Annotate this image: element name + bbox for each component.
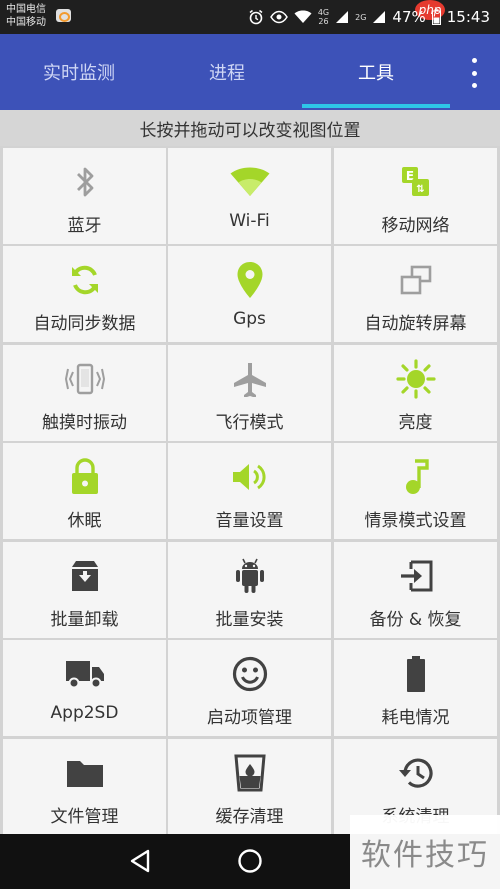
wifi-status-icon — [294, 6, 312, 28]
tab-realtime-monitor[interactable]: 实时监测 — [5, 34, 153, 110]
archive-icon — [65, 556, 105, 596]
network-type-4g: 4G 26 — [318, 6, 329, 28]
carrier-name-1: 中国电信 — [6, 4, 46, 15]
tool-label: 音量设置 — [215, 511, 284, 531]
sync-icon — [65, 260, 105, 300]
tool-batch-install[interactable]: 批量安装 — [168, 542, 331, 638]
tool-batch-uninstall[interactable]: 批量卸载 — [3, 542, 166, 638]
drag-hint: 长按并拖动可以改变视图位置 — [0, 110, 500, 146]
tool-label: Wi-Fi — [229, 211, 270, 231]
carrier-info: 中国电信 中国移动 — [6, 3, 46, 29]
tools-grid: 蓝牙 Wi-Fi E ⇅ 移动网络 自动同步数据 Gps 自动旋转屏幕 触摸时振… — [0, 146, 500, 834]
net-label-26: 26 — [318, 17, 329, 26]
tool-profile-mode[interactable]: 情景模式设置 — [334, 443, 497, 539]
home-icon[interactable] — [235, 846, 265, 876]
tool-label: 亮度 — [398, 413, 433, 433]
tool-label: 耗电情况 — [381, 708, 450, 728]
tool-sleep[interactable]: 休眠 — [3, 443, 166, 539]
lock-icon — [65, 457, 105, 497]
tool-label: App2SD — [50, 703, 119, 723]
tool-label: 批量安装 — [215, 610, 284, 630]
cup-icon — [230, 753, 270, 793]
smiley-icon — [230, 654, 270, 694]
bluetooth-icon — [65, 162, 105, 202]
tool-airplane-mode[interactable]: 飞行模式 — [168, 345, 331, 441]
import-icon — [396, 556, 436, 596]
tool-auto-sync[interactable]: 自动同步数据 — [3, 246, 166, 342]
tool-touch-vibrate[interactable]: 触摸时振动 — [3, 345, 166, 441]
clock: 15:43 — [446, 8, 490, 26]
tool-power-usage[interactable]: 耗电情况 — [334, 640, 497, 736]
android-icon — [230, 556, 270, 596]
tool-startup-manager[interactable]: 启动项管理 — [168, 640, 331, 736]
battery-percent: 47% — [392, 8, 426, 26]
tool-label: Gps — [233, 309, 266, 329]
tool-label: 文件管理 — [50, 807, 119, 827]
tool-file-manager[interactable]: 文件管理 — [3, 739, 166, 834]
eye-icon — [269, 6, 288, 28]
tab-indicator — [302, 104, 450, 108]
tool-label: 飞行模式 — [215, 413, 284, 433]
tool-wifi[interactable]: Wi-Fi — [168, 148, 331, 244]
tool-label: 触摸时振动 — [42, 413, 127, 433]
tool-backup-restore[interactable]: 备份 & 恢复 — [334, 542, 497, 638]
notification-icon — [56, 9, 71, 22]
rotate-screen-icon — [396, 260, 436, 300]
history-icon — [396, 753, 436, 793]
battery-icon — [396, 654, 436, 694]
wifi-icon — [230, 162, 270, 202]
battery-status-icon — [431, 6, 441, 28]
tool-label: 移动网络 — [381, 216, 450, 236]
tool-auto-rotate[interactable]: 自动旋转屏幕 — [334, 246, 497, 342]
mobile-network-icon: E ⇅ — [396, 162, 436, 202]
music-note-icon — [396, 457, 436, 497]
app-bar: 实时监测 进程 工具 — [0, 34, 500, 110]
net-label-4g: 4G — [317, 8, 330, 17]
tool-label: 备份 & 恢复 — [369, 610, 462, 630]
tool-label: 蓝牙 — [67, 216, 102, 236]
tool-label: 休眠 — [67, 511, 102, 531]
location-pin-icon — [230, 260, 270, 300]
tool-cache-clean[interactable]: 缓存清理 — [168, 739, 331, 834]
signal-icon-2 — [372, 6, 386, 28]
tab-process[interactable]: 进程 — [153, 34, 301, 110]
volume-icon — [230, 457, 270, 497]
folder-icon — [65, 753, 105, 793]
carrier-name-2: 中国移动 — [6, 17, 46, 28]
tool-label: 自动旋转屏幕 — [364, 314, 467, 334]
airplane-icon — [230, 359, 270, 399]
tool-brightness[interactable]: 亮度 — [334, 345, 497, 441]
watermark: 软件技巧 — [350, 815, 500, 889]
signal-icon-1 — [335, 6, 349, 28]
truck-icon — [65, 654, 105, 694]
status-bar: 中国电信 中国移动 php 4G 26 2G 47% 15:43 — [0, 0, 500, 34]
tool-mobile-network[interactable]: E ⇅ 移动网络 — [334, 148, 497, 244]
tool-label: 批量卸载 — [50, 610, 119, 630]
alarm-icon — [248, 6, 264, 28]
svg-text:⇅: ⇅ — [416, 184, 424, 195]
tool-label: 缓存清理 — [215, 807, 284, 827]
status-icons: 4G 26 2G 47% 15:43 — [248, 6, 490, 28]
vibrate-icon — [64, 359, 105, 399]
tool-label: 情景模式设置 — [364, 511, 467, 531]
tool-label: 自动同步数据 — [33, 314, 136, 334]
tool-gps[interactable]: Gps — [168, 246, 331, 342]
tool-app2sd[interactable]: App2SD — [3, 640, 166, 736]
brightness-icon — [395, 359, 436, 399]
tool-label: 启动项管理 — [207, 708, 292, 728]
tool-volume[interactable]: 音量设置 — [168, 443, 331, 539]
tab-tools[interactable]: 工具 — [302, 34, 450, 110]
tool-bluetooth[interactable]: 蓝牙 — [3, 148, 166, 244]
overflow-menu-icon[interactable] — [462, 58, 486, 88]
network-type-2g: 2G — [355, 12, 367, 22]
back-icon[interactable] — [125, 846, 155, 876]
